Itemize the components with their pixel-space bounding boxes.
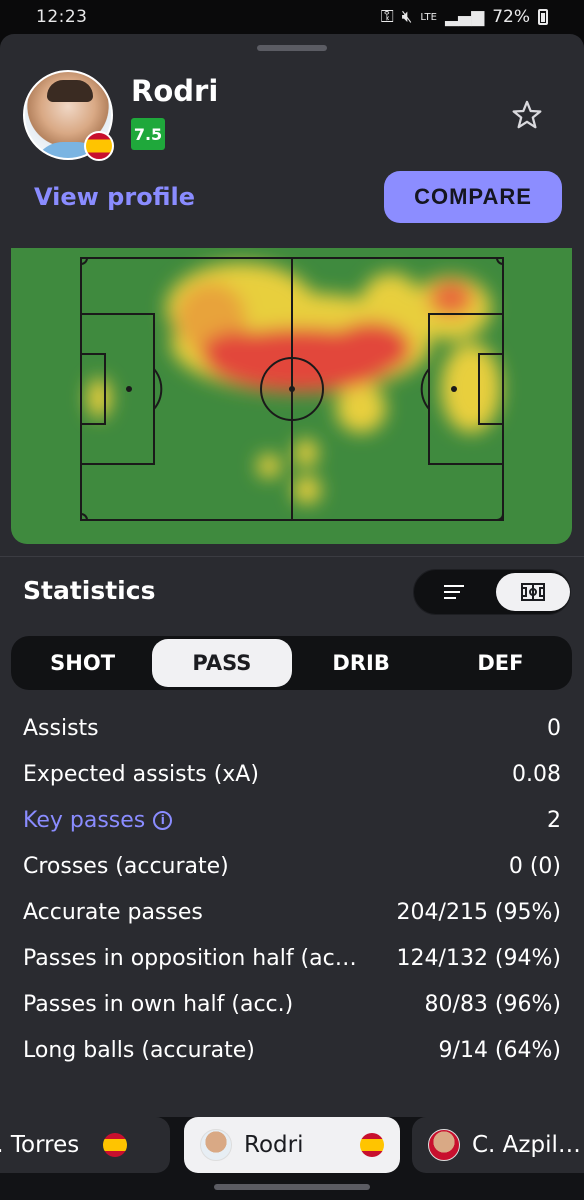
- stat-label: Expected assists (xA): [23, 761, 259, 787]
- stat-label: Passes in opposition half (accurate): [23, 945, 368, 971]
- stat-label: Crosses (accurate): [23, 853, 229, 879]
- player-sheet: Rodri 7.5 View profile COMPARE Statistic…: [0, 34, 584, 1200]
- status-icons: ⚿ 🔇︎ LTE ▂▄▆ 72%: [381, 7, 548, 27]
- tab-drib[interactable]: DRIB: [292, 639, 431, 687]
- view-toggle[interactable]: [413, 569, 571, 615]
- stat-label: Long balls (accurate): [23, 1037, 255, 1063]
- section-divider: [0, 556, 584, 557]
- player-chip-torres[interactable]: P. Torres: [0, 1117, 170, 1173]
- stat-value: 2: [547, 807, 561, 833]
- player-chip-azpilicueta[interactable]: C. Azpilicueta: [412, 1117, 584, 1173]
- stat-value: 0 (0): [508, 853, 561, 879]
- view-profile-link[interactable]: View profile: [34, 183, 195, 211]
- stat-value: 0: [547, 715, 561, 741]
- player-name: Rodri: [131, 74, 219, 108]
- key-icon: ⚿: [380, 7, 394, 27]
- stat-row-long-balls: Long balls (accurate) 9/14 (64%): [23, 1027, 561, 1073]
- pitch-icon: [521, 583, 545, 601]
- avatar-hair: [47, 80, 93, 102]
- stat-value: 204/215 (95%): [396, 899, 561, 925]
- player-chip-avatar: [428, 1129, 460, 1161]
- stat-row-opposition-half-passes: Passes in opposition half (accurate) 124…: [23, 935, 561, 981]
- network-type: LTE: [420, 11, 437, 23]
- stat-label: Key passes: [23, 807, 146, 833]
- stat-row-key-passes[interactable]: Key passes i 2: [23, 797, 561, 843]
- list-icon: [444, 585, 464, 599]
- stat-value: 124/132 (94%): [396, 945, 561, 971]
- statistics-title: Statistics: [23, 576, 156, 605]
- heatmap-pitch: [11, 248, 572, 544]
- stat-label: Assists: [23, 715, 99, 741]
- status-bar: 12:23 ⚿ 🔇︎ LTE ▂▄▆ 72%: [0, 0, 584, 34]
- stat-row-own-half-passes: Passes in own half (acc.) 80/83 (96%): [23, 981, 561, 1027]
- stat-label: Accurate passes: [23, 899, 203, 925]
- stat-value: 0.08: [512, 761, 561, 787]
- battery-level: 72%: [492, 7, 530, 27]
- stat-row-crosses: Crosses (accurate) 0 (0): [23, 843, 561, 889]
- info-icon[interactable]: i: [153, 810, 173, 830]
- spain-flag-icon: [360, 1133, 384, 1157]
- rating-badge: 7.5: [131, 118, 165, 150]
- player-chip-rodri[interactable]: Rodri: [184, 1117, 400, 1173]
- heatmap: [11, 248, 572, 544]
- stat-value: 80/83 (96%): [424, 991, 561, 1017]
- tab-def[interactable]: DEF: [431, 639, 570, 687]
- spain-flag-icon: [84, 131, 114, 161]
- tab-shot[interactable]: SHOT: [13, 639, 152, 687]
- drag-handle[interactable]: [257, 45, 327, 51]
- player-chip-name: C. Azpilicueta: [472, 1132, 584, 1158]
- battery-icon: [538, 9, 548, 25]
- stat-list: Assists 0 Expected assists (xA) 0.08 Key…: [23, 705, 561, 1073]
- stat-row-assists: Assists 0: [23, 705, 561, 751]
- tab-pass[interactable]: PASS: [152, 639, 292, 687]
- pitch-view-button[interactable]: [496, 573, 570, 611]
- list-view-button[interactable]: [414, 570, 494, 614]
- stat-row-accurate-passes: Accurate passes 204/215 (95%): [23, 889, 561, 935]
- signal-icon: ▂▄▆: [444, 7, 485, 27]
- stat-row-expected-assists: Expected assists (xA) 0.08: [23, 751, 561, 797]
- spain-flag-icon: [103, 1133, 128, 1157]
- stat-value: 9/14 (64%): [438, 1037, 561, 1063]
- favorite-star-icon[interactable]: [510, 98, 544, 132]
- stat-category-tabs: SHOT PASS DRIB DEF: [11, 636, 572, 690]
- compare-button[interactable]: COMPARE: [384, 171, 562, 223]
- player-chip-avatar: [200, 1129, 232, 1161]
- status-time: 12:23: [36, 7, 88, 27]
- player-chip-name: P. Torres: [0, 1132, 80, 1158]
- key-passes-link[interactable]: Key passes i: [23, 807, 173, 833]
- home-indicator[interactable]: [214, 1184, 370, 1190]
- player-chip-name: Rodri: [244, 1132, 304, 1158]
- mute-icon: 🔇︎: [401, 7, 413, 27]
- stat-label: Passes in own half (acc.): [23, 991, 294, 1017]
